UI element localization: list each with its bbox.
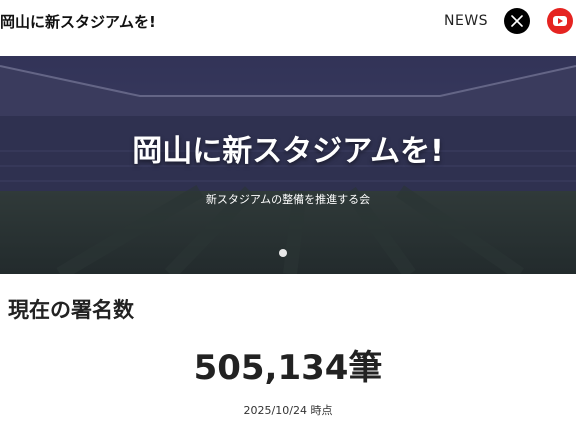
nav-news-link[interactable]: NEWS (444, 13, 488, 29)
youtube-icon (553, 16, 567, 26)
site-title[interactable]: 岡山に新スタジアムを! (0, 11, 156, 32)
x-logo-icon (511, 15, 523, 27)
youtube-social-button[interactable] (547, 8, 573, 34)
hero-title: 岡山に新スタジアムを! (132, 134, 444, 169)
hero-subtitle: 新スタジアムの整備を推進する会 (205, 193, 371, 206)
hero-banner: 岡山に新スタジアムを! 新スタジアムの整備を推進する会 (0, 56, 576, 274)
signature-count-date: 2025/10/24 時点 (243, 404, 333, 417)
site-header: 岡山に新スタジアムを! NEWS (0, 0, 576, 44)
x-social-button[interactable] (504, 8, 530, 34)
signature-count-heading: 現在の署名数 (8, 298, 134, 322)
signature-count-value: 505,134筆 (193, 348, 383, 388)
